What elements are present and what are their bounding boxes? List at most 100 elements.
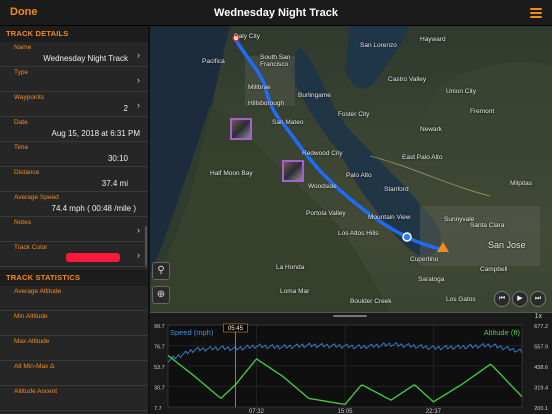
time-tick-label: 22:37 [426,409,442,414]
menu-icon[interactable] [530,8,542,18]
time-tick-label: 07:32 [249,409,265,414]
field-label: Min Altitude [14,313,48,320]
map-label: Hillsborough [248,100,285,107]
field-label: Max Altitude [14,338,50,345]
speed-axis-tick: 7.7 [154,406,162,412]
map-label: Los Altos Hills [338,230,379,237]
field-track-color[interactable]: Track Color › [0,242,148,267]
field-notes[interactable]: Notes › [0,217,148,242]
chevron-right-icon: › [137,250,140,260]
chart-panel[interactable]: 1x 07:32 15:05 22:37 99.7 76.7 53.7 30.7 7.7 677… [150,312,552,414]
field-value: 37.4 mi [101,179,128,188]
map-label: Los Gatos [446,296,476,303]
photo-thumbnail[interactable] [230,118,252,140]
chevron-right-icon: › [137,100,140,110]
current-location-marker [402,232,412,242]
stat-min-altitude: Min Altitude [0,311,148,336]
field-label: Date [14,119,28,126]
time-tick-label: 15:05 [337,409,353,414]
map-label: Saratoga [418,276,445,283]
map-label: Cupertino [410,256,439,263]
track-details-header: TRACK DETAILS [0,26,148,42]
altitude-axis-tick: 557.9 [534,345,548,351]
field-name[interactable]: Name Wednesday Night Track › [0,42,148,67]
altitude-series-label: Altitude (ft) [484,328,521,337]
map-label: Half Moon Bay [210,170,253,177]
track-color-swatch [66,253,120,262]
top-bar: Done Wednesday Night Track [0,0,552,26]
field-time: Time 30:10 [0,142,148,167]
speed-altitude-chart[interactable]: 07:32 15:05 22:37 99.7 76.7 53.7 30.7 7.7 677.2 5… [150,313,552,414]
map-label: San Mateo [272,119,304,126]
time-cursor-label: 05:45 [228,326,244,332]
speed-axis-tick: 99.7 [154,324,165,330]
stat-alt-min-max: Alt Min-Max Δ [0,361,148,386]
rewind-button[interactable]: ⏮ [494,291,510,307]
map-label: Mountain View [368,214,411,221]
altitude-axis-tick: 200.1 [534,406,548,412]
field-label: Notes [14,219,31,226]
field-label: Type [14,69,29,76]
photo-thumbnail[interactable] [282,160,304,182]
map-label: South San Francisco [260,54,291,68]
fast-forward-button[interactable]: ⏭ [530,291,546,307]
field-value: 2 [123,104,128,113]
field-value: 74.4 mph ( 00:48 /mile ) [51,204,136,213]
locate-icon[interactable]: ⊕ [152,286,170,304]
map-label: Pacifica [202,58,225,65]
page-title: Wednesday Night Track [214,7,338,19]
map-label: Union City [446,88,476,95]
play-button[interactable]: ▶ [512,291,528,307]
map-view[interactable]: Daly City Pacifica South San Francisco S… [150,26,552,312]
speed-axis-tick: 76.7 [154,345,165,351]
speed-axis-tick: 30.7 [154,386,165,392]
map-label: Millbrae [248,84,271,91]
sidebar-scrollbar[interactable] [145,226,147,266]
field-type[interactable]: Type › [0,67,148,92]
field-label: Name [14,44,32,51]
altitude-axis-tick: 438.6 [534,365,548,371]
map-label: Palo Alto [346,172,372,179]
stat-average-altitude: Average Altitude [0,286,148,311]
field-value: Wednesday Night Track [43,54,128,63]
map-label: Boulder Creek [350,298,392,305]
field-label: Altitude Ascent [14,388,57,395]
stat-max-altitude: Max Altitude [0,336,148,361]
sidebar: TRACK DETAILS Name Wednesday Night Track… [0,26,148,414]
map-label: San Jose [488,240,526,250]
map-label: San Lorenzo [360,42,397,49]
pin-tool-icon[interactable]: ⚲ [152,262,170,280]
map-label: Woodside [308,183,337,190]
stat-altitude-ascent: Altitude Ascent [0,386,148,411]
field-date: Date Aug 15, 2018 at 6:31 PM [0,117,148,142]
field-value: Aug 15, 2018 at 6:31 PM [51,129,140,138]
field-value: 30:10 [107,154,128,163]
map-label: Santa Clara [470,222,505,229]
field-label: Waypoints [14,94,45,101]
map-label: Hayward [420,36,446,43]
map-label: Daly City [234,33,261,40]
field-label: Alt Min-Max Δ [14,363,55,370]
chevron-right-icon: › [137,50,140,60]
field-label: Average Speed [14,194,59,201]
field-label: Distance [14,169,40,176]
field-label: Time [14,144,29,151]
map-label: Campbell [480,266,508,273]
altitude-axis-tick: 319.4 [534,386,548,392]
map-label: Loma Mar [280,288,310,295]
map-label: La Honda [276,264,305,271]
map-label: Redwood City [302,150,343,157]
map-label: Fremont [470,108,495,115]
track-statistics-header: TRACK STATISTICS [0,270,148,286]
map-label: Portola Valley [306,210,346,217]
speed-axis-tick: 53.7 [154,365,165,371]
map-label: Foster City [338,111,370,118]
altitude-axis-tick: 677.2 [534,324,548,330]
field-label: Average Altitude [14,288,62,295]
chevron-right-icon: › [137,75,140,85]
map-label: Newark [420,126,443,133]
map-label: East Palo Alto [402,154,443,161]
chevron-right-icon: › [137,225,140,235]
map-label: Burlingame [298,92,331,99]
field-waypoints[interactable]: Waypoints 2 › [0,92,148,117]
